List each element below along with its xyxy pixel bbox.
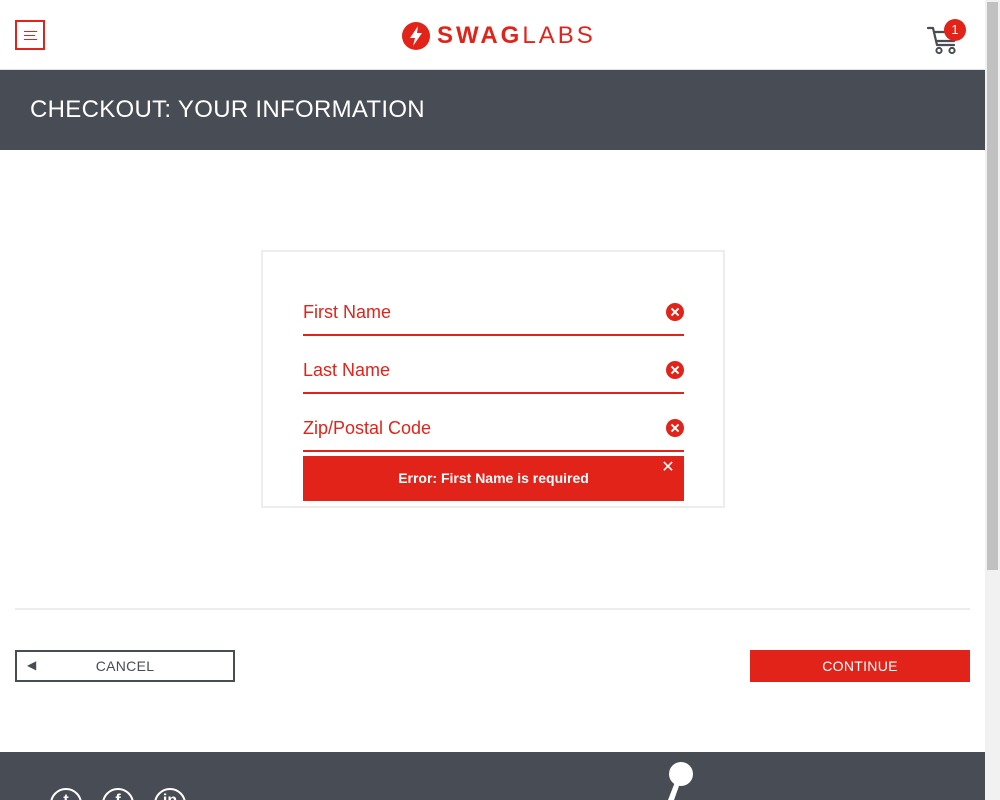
- first-name-field: [303, 292, 684, 336]
- menu-icon-line: [24, 35, 35, 36]
- divider: [15, 608, 970, 610]
- last-name-field: [303, 350, 684, 394]
- error-x-icon: [666, 303, 684, 321]
- linkedin-icon: in: [156, 792, 184, 800]
- twitter-link[interactable]: t: [50, 788, 82, 800]
- cancel-button-label: CANCEL: [95, 658, 155, 674]
- error-message: Error: First Name is required: [398, 470, 589, 486]
- footer: t f in: [0, 752, 985, 800]
- primary-header: SWAGLABS 1: [0, 0, 985, 70]
- cancel-button[interactable]: ◀ CANCEL: [15, 650, 235, 682]
- error-x-icon: [666, 419, 684, 437]
- error-x-icon: [666, 361, 684, 379]
- cart-badge: 1: [944, 19, 966, 41]
- swag-bot-icon: [668, 762, 693, 800]
- brand-name-light: LABS: [522, 22, 596, 49]
- scrollbar-thumb[interactable]: [987, 2, 998, 570]
- continue-button[interactable]: CONTINUE: [750, 650, 970, 682]
- linkedin-link[interactable]: in: [154, 788, 186, 800]
- swag-labs-bolt-icon: [402, 22, 430, 50]
- menu-icon-line: [24, 39, 37, 40]
- checkout-info-form: Error: First Name is required ✕: [261, 250, 725, 508]
- scrollbar[interactable]: [985, 0, 1000, 800]
- error-message-container: Error: First Name is required ✕: [303, 456, 684, 501]
- continue-button-label: CONTINUE: [822, 658, 898, 674]
- secondary-header: CHECKOUT: YOUR INFORMATION: [0, 70, 985, 150]
- first-name-input[interactable]: [303, 292, 653, 332]
- postal-code-field: [303, 408, 684, 452]
- facebook-link[interactable]: f: [102, 788, 134, 800]
- brand-name-bold: SWAG: [437, 22, 523, 49]
- last-name-input[interactable]: [303, 350, 653, 390]
- facebook-icon: f: [104, 792, 132, 800]
- menu-button[interactable]: [15, 20, 45, 50]
- error-close-button[interactable]: ✕: [661, 460, 675, 476]
- twitter-icon: t: [52, 792, 80, 800]
- postal-code-input[interactable]: [303, 408, 653, 448]
- page-title: CHECKOUT: YOUR INFORMATION: [30, 96, 425, 123]
- menu-icon-line: [24, 31, 37, 32]
- app-logo: SWAGLABS: [401, 20, 596, 52]
